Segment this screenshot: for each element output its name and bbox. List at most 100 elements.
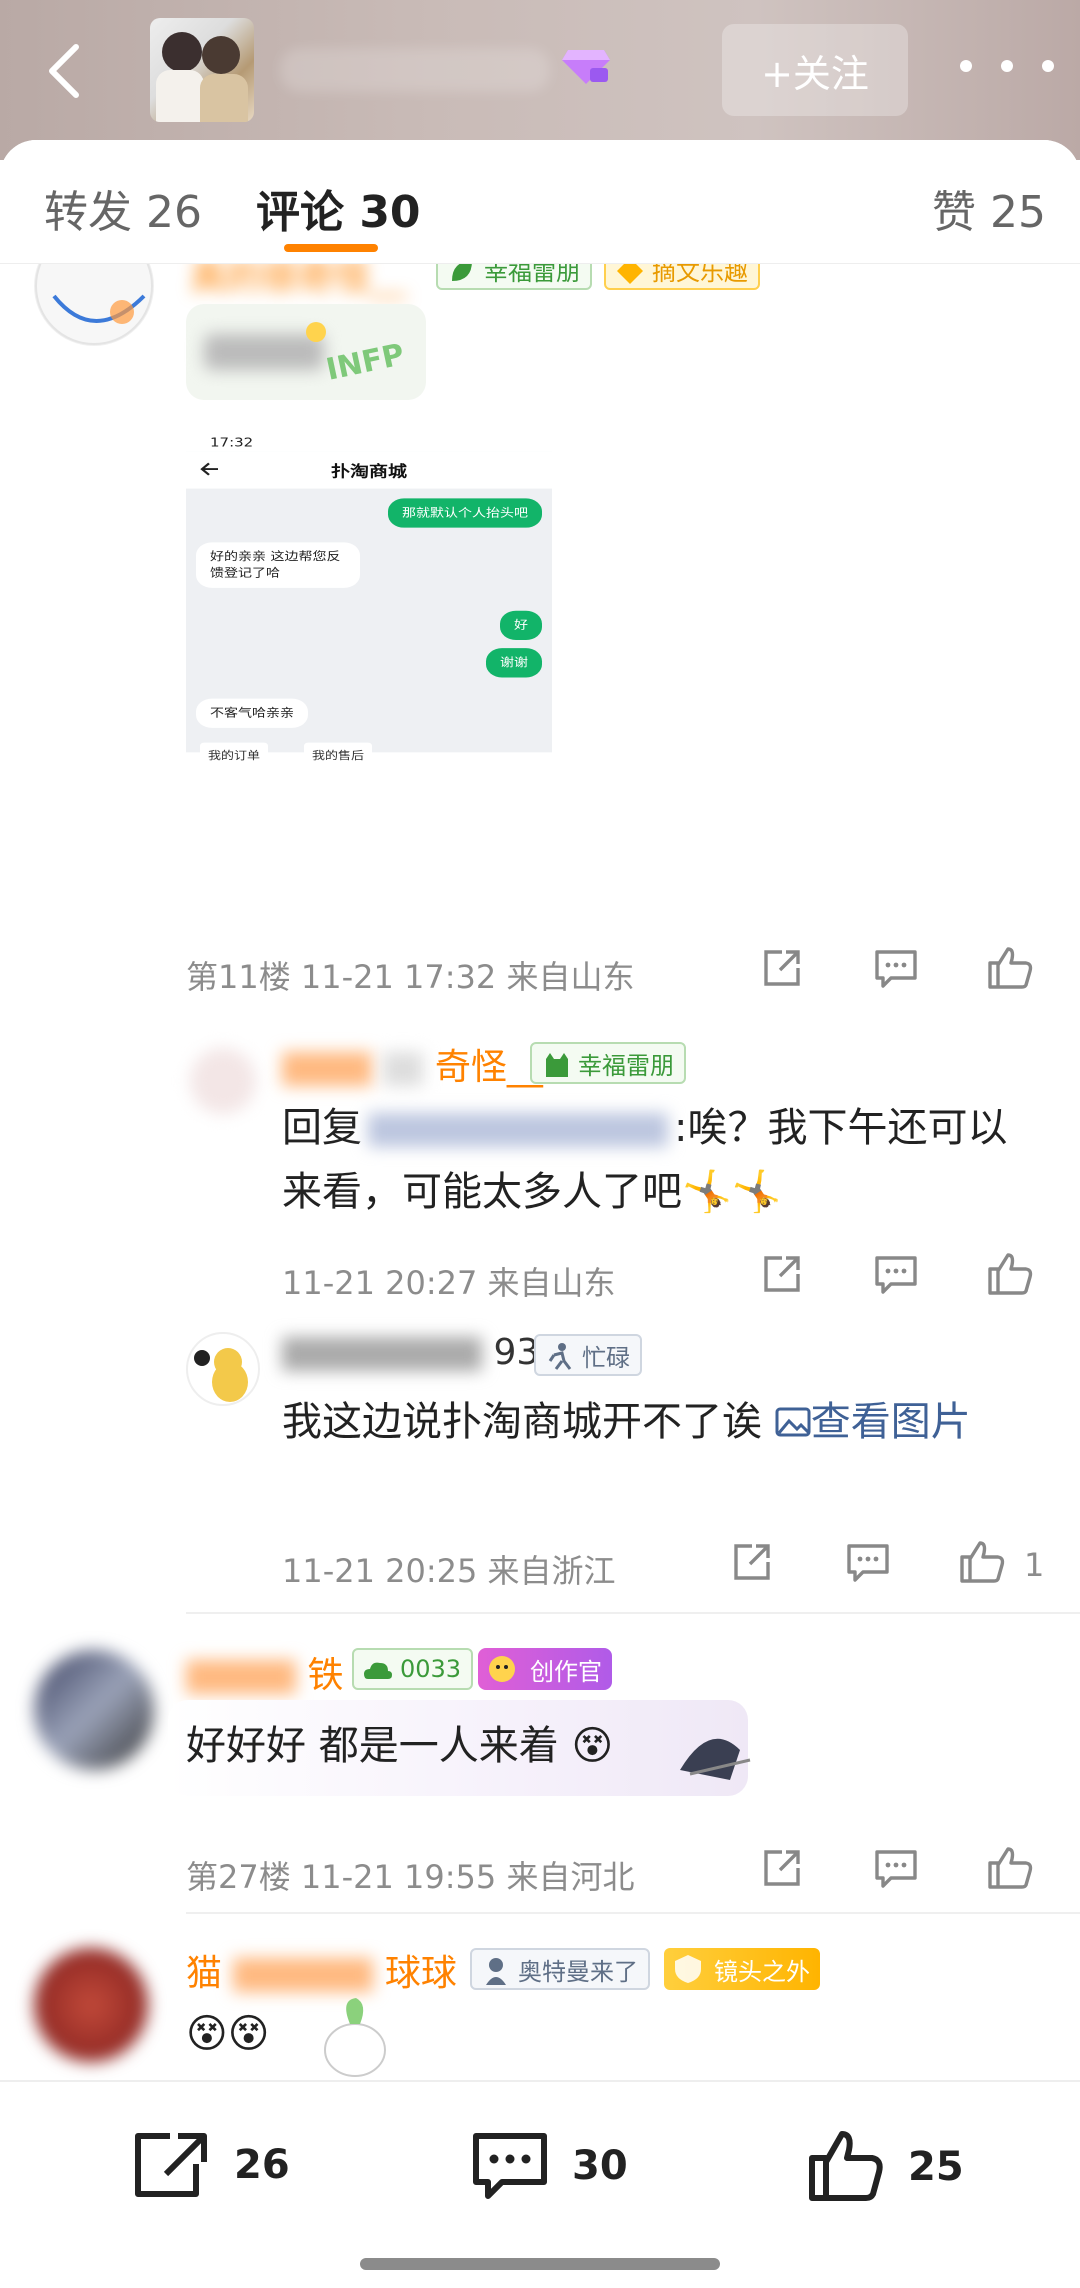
commenter-name[interactable]: 奇怪__ xyxy=(282,1038,543,1090)
badge-label: 奥特曼来了 xyxy=(518,1957,638,1986)
reply-meta: 11-21 20:25 来自浙江 xyxy=(282,1552,616,1590)
comment-icon xyxy=(875,1850,917,1888)
repost-comment-button[interactable] xyxy=(754,940,810,996)
svg-text:INFP: INFP xyxy=(323,337,407,388)
reply-button[interactable] xyxy=(868,1840,924,1896)
comment-text-blurred-bubble: INFP xyxy=(186,304,426,400)
reply-button[interactable] xyxy=(840,1534,896,1590)
commenter-name[interactable]: 铁 xyxy=(186,1646,343,1698)
badge-label: 幸福雷朋 xyxy=(578,1051,674,1080)
repost-count: 26 xyxy=(234,2142,290,2188)
chevron-left-icon xyxy=(49,44,79,98)
reply-text: 回复:唉？我下午还可以来看，可能太多人了吧🤸🤸 xyxy=(282,1105,1008,1215)
avatar[interactable] xyxy=(190,1048,256,1114)
comment-icon xyxy=(847,1544,889,1582)
home-indicator[interactable] xyxy=(360,2258,720,2270)
poster-name-blurred[interactable] xyxy=(280,48,550,92)
tab-bar: 转发 26 评论 30 赞 25 xyxy=(0,140,1080,264)
image-icon xyxy=(775,1407,811,1437)
badge-label: 忙碌 xyxy=(582,1343,630,1372)
reply-button[interactable] xyxy=(868,1246,924,1302)
repost-comment-button[interactable] xyxy=(724,1534,780,1590)
quick-reply-chip: 我的售后 xyxy=(304,742,373,767)
chat-bubble-left: 不客气哈亲亲 xyxy=(196,698,308,728)
diamond-member-icon xyxy=(562,50,610,84)
chat-bubble-right: 那就默认个人抬头吧 xyxy=(388,498,542,528)
like-count: 25 xyxy=(908,2144,964,2190)
follow-button[interactable]: +关注 xyxy=(722,24,908,116)
reply-meta: 11-21 20:27 来自山东 xyxy=(282,1264,616,1302)
thumbs-up-icon xyxy=(988,947,1033,989)
like-button[interactable] xyxy=(954,1534,1010,1590)
emoji-sticker-icon: 🤸🤸 xyxy=(682,1169,782,1215)
repost-button[interactable]: 26 xyxy=(130,2128,290,2202)
status-badge[interactable]: 忙碌 xyxy=(534,1334,642,1376)
comment-text: 好好好 都是一人来着 😵 xyxy=(186,1723,614,1769)
repost-icon xyxy=(135,2133,207,2197)
comment-icon xyxy=(875,950,917,988)
divider xyxy=(186,1912,1080,1914)
image-title-bar: 扑淘商城 xyxy=(186,451,552,489)
fan-badge[interactable]: 0033 xyxy=(352,1648,474,1690)
image-status-bar: 17:32 xyxy=(186,430,552,452)
comment-icon xyxy=(473,2133,547,2199)
like-post-button[interactable]: 25 xyxy=(806,2128,964,2206)
back-button[interactable] xyxy=(34,36,94,106)
creator-badge[interactable]: 创作官 xyxy=(478,1648,612,1690)
duck-avatar-image xyxy=(194,1348,248,1402)
badge-cloud-icon xyxy=(364,1662,392,1679)
badge-shield-icon xyxy=(675,1955,701,1983)
emoji-flower-icon: 😵 xyxy=(571,1723,614,1769)
like-button[interactable] xyxy=(982,1246,1038,1302)
chat-bubble-right: 好 xyxy=(500,610,542,641)
avatar[interactable] xyxy=(34,1948,148,2062)
chat-bubble-left: 好的亲亲 这边帮您反馈登记了哈 xyxy=(196,542,360,588)
badge-running-icon xyxy=(548,1343,572,1370)
badge-creator-icon xyxy=(489,1656,515,1682)
comment-icon xyxy=(875,1256,917,1294)
view-image-link[interactable]: 查看图片 xyxy=(775,1399,971,1445)
commenter-name[interactable]: 猫 球球 xyxy=(186,1944,457,1996)
more-options-button[interactable] xyxy=(960,46,1054,86)
badge-ultraman-icon xyxy=(486,1958,506,1985)
share-icon xyxy=(734,1544,770,1580)
comment-emoji: 😵😵 xyxy=(186,2011,270,2057)
fan-badge[interactable]: 奥特曼来了 xyxy=(470,1948,650,1990)
repost-comment-button[interactable] xyxy=(754,1246,810,1302)
thumbs-up-icon xyxy=(988,1847,1033,1889)
like-button[interactable] xyxy=(982,940,1038,996)
chat-bubble-right: 谢谢 xyxy=(486,648,542,678)
top-header: +关注 xyxy=(0,0,1080,160)
commenter-name[interactable]: 93 xyxy=(282,1332,539,1373)
fan-badge[interactable]: 幸福雷朋 xyxy=(530,1042,686,1084)
poster-avatar[interactable] xyxy=(150,18,254,122)
reply-button[interactable] xyxy=(868,940,924,996)
comment-meta: 第11楼 11-21 17:32 来自山东 xyxy=(186,958,635,996)
badge-label: 创作官 xyxy=(530,1657,602,1686)
thumbs-up-icon xyxy=(988,1253,1033,1295)
comment-image[interactable]: 17:32 扑淘商城 那就默认个人抬头吧 好的亲亲 这边帮您反馈登记了哈好谢谢不客… xyxy=(186,430,552,772)
thumbs-up-icon xyxy=(809,2131,883,2201)
radish-sticker-icon xyxy=(324,1998,386,2077)
avatar[interactable] xyxy=(186,1332,260,1406)
share-icon xyxy=(764,950,800,986)
like-button[interactable] xyxy=(982,1840,1038,1896)
quick-reply-chip: 我的订单 xyxy=(200,742,269,767)
like-count: 1 xyxy=(1024,1546,1045,1584)
tab-comments[interactable]: 评论 30 xyxy=(256,176,421,240)
repost-comment-button[interactable] xyxy=(754,1840,810,1896)
tab-reposts[interactable]: 转发 26 xyxy=(44,176,202,240)
comment-count: 30 xyxy=(572,2143,628,2189)
share-icon xyxy=(764,1256,800,1292)
infp-sticker-icon: INFP xyxy=(306,322,407,388)
title-badge[interactable]: 镜头之外 xyxy=(664,1948,820,1990)
bottom-action-bar: 26 30 25 xyxy=(0,2080,1080,2288)
tab-likes[interactable]: 赞 25 xyxy=(932,176,1046,240)
comments-panel: 转发 26 评论 30 赞 25 真的很奇怪__ 幸福雷朋 摘文乐趣 INFP xyxy=(0,140,1080,2080)
avatar[interactable] xyxy=(34,1650,154,1770)
image-title: 扑淘商城 xyxy=(330,462,407,481)
share-icon xyxy=(764,1850,800,1886)
comment-button[interactable]: 30 xyxy=(470,2128,628,2204)
cat-sticker-icon xyxy=(680,1738,751,1780)
active-tab-indicator xyxy=(284,244,378,252)
